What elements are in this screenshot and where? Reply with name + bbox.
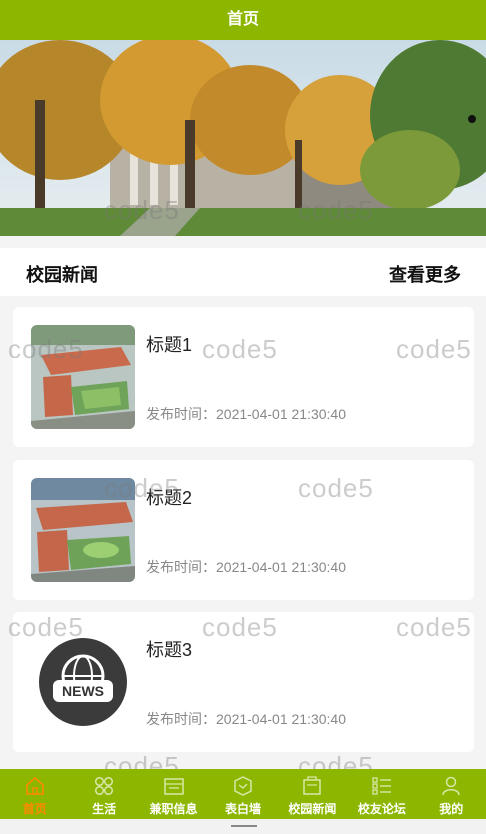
home-indicator [0, 819, 486, 834]
carousel-indicator[interactable] [468, 115, 476, 123]
news-publish-time: 发布时间：2021-04-01 21:30:40 [146, 406, 346, 422]
news-title: 标题1 [146, 335, 193, 355]
list-icon [372, 777, 391, 795]
page-title: 首页 [226, 11, 259, 28]
tab-alumni-forum[interactable]: 校友论坛 [347, 769, 416, 819]
tab-label: 我的 [439, 802, 464, 816]
news-thumbnail [31, 325, 135, 429]
tab-home[interactable]: 首页 [0, 769, 69, 819]
heart-box-icon [234, 776, 252, 796]
tab-label: 兼职信息 [149, 802, 198, 816]
news-thumbnail [31, 478, 135, 582]
tab-campus-news[interactable]: 校园新闻 [278, 769, 347, 819]
banner-image [0, 40, 486, 236]
home-icon [25, 776, 44, 795]
tab-label: 校友论坛 [357, 802, 406, 816]
tab-label: 表白墙 [224, 802, 261, 816]
briefcase-icon [163, 778, 184, 795]
tab-confession-wall[interactable]: 表白墙 [208, 769, 277, 819]
news-card[interactable]: 标题1 发布时间：2021-04-01 21:30:40 [13, 307, 474, 447]
tab-mine[interactable]: 我的 [417, 769, 486, 819]
bottom-tab-bar: 首页 生活 兼职信息 表白墙 校园新闻 校友论坛 我的 [0, 769, 486, 819]
news-publish-time: 发布时间：2021-04-01 21:30:40 [146, 559, 346, 575]
news-section-header: 校园新闻 查看更多 [0, 248, 486, 296]
grid-icon [95, 776, 114, 796]
tab-label: 校园新闻 [288, 802, 337, 816]
news-publish-time: 发布时间：2021-04-01 21:30:40 [146, 711, 346, 727]
page-header: 首页 [0, 0, 486, 40]
tab-label: 生活 [92, 802, 117, 816]
banner-carousel[interactable] [0, 40, 486, 236]
news-logo-text: NEWS [62, 683, 104, 699]
news-card[interactable]: 标题2 发布时间：2021-04-01 21:30:40 [13, 460, 474, 600]
news-card[interactable]: NEWS 标题3 发布时间：2021-04-01 21:30:40 [13, 612, 474, 752]
section-title: 校园新闻 [26, 265, 98, 285]
news-title: 标题3 [146, 640, 193, 660]
tab-label: 首页 [22, 802, 47, 816]
tab-part-time-jobs[interactable]: 兼职信息 [139, 769, 208, 819]
view-more-link[interactable]: 查看更多 [389, 261, 461, 287]
tab-life[interactable]: 生活 [69, 769, 138, 819]
news-thumbnail: NEWS [31, 630, 135, 734]
news-title: 标题2 [146, 488, 193, 508]
newspaper-icon [303, 776, 322, 795]
user-icon [442, 776, 460, 796]
